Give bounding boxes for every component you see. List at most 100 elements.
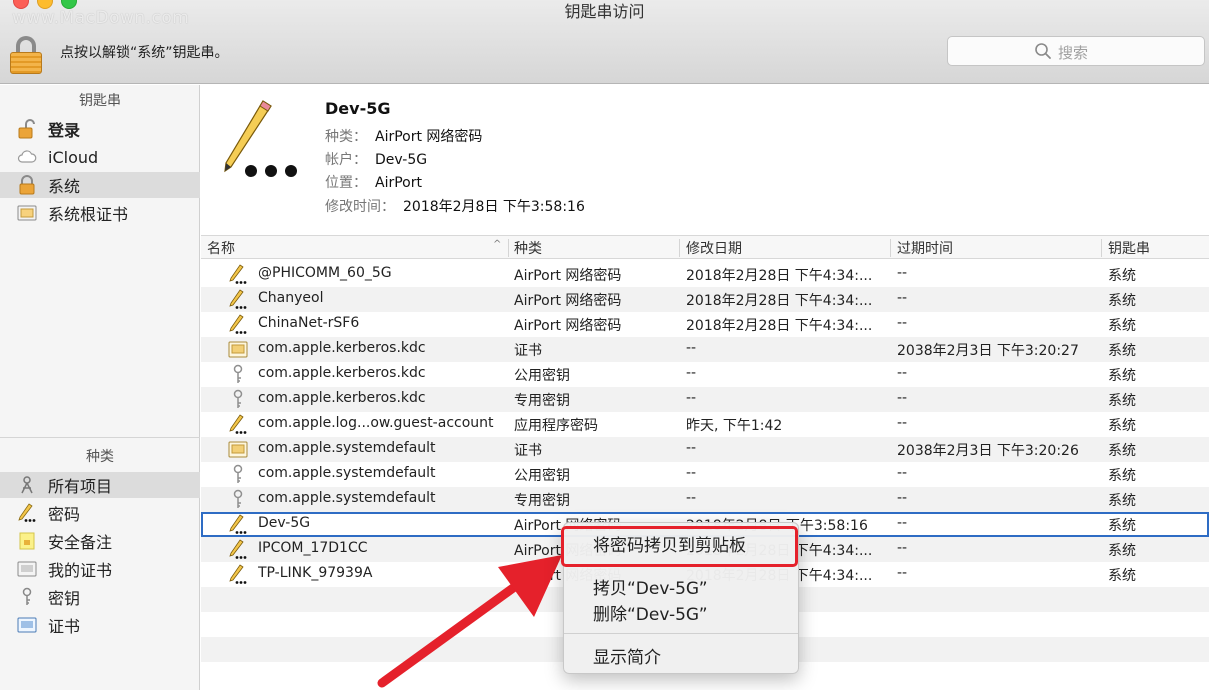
cell-name: Dev-5G	[258, 515, 311, 531]
cell-kind: AirPort 网络密码	[514, 318, 622, 334]
cell-kind: 应用程序密码	[514, 418, 598, 434]
table-row[interactable]: com.apple.kerberos.kdc 公用密钥 -- -- 系统	[201, 362, 1209, 387]
table-row[interactable]: com.apple.systemdefault 专用密钥 -- -- 系统	[201, 487, 1209, 512]
table-row[interactable]: @PHICOMM_60_5G AirPort 网络密码 2018年2月28日 下午4…	[201, 262, 1209, 287]
column-header-kind[interactable]: 种类	[514, 238, 542, 258]
cell-expires: 2038年2月3日 下午3:20:27	[897, 343, 1079, 359]
detail-kind-row: 种类： AirPort 网络密码	[325, 126, 482, 146]
detail-modified-label: 修改时间：	[325, 199, 395, 215]
table-row[interactable]: com.apple.kerberos.kdc 证书 -- 2038年2月3日 下午3:…	[201, 337, 1209, 362]
sidebar: 钥匙串 登录 iCloud 系统 系统根证书 种类 所有项目 密码 安全备注 我…	[0, 85, 200, 690]
sidebar-item-secure-notes[interactable]: 安全备注	[0, 528, 200, 554]
cell-name: com.apple.kerberos.kdc	[258, 340, 426, 356]
item-detail: Dev-5G 种类： AirPort 网络密码 帐户： Dev-5G 位置： AirP…	[201, 85, 1209, 235]
menu-item-copy-password[interactable]: 将密码拷贝到剪贴板	[593, 531, 746, 556]
lock-icon[interactable]	[8, 36, 44, 74]
key-icon	[227, 489, 249, 510]
cell-modified: --	[686, 490, 697, 506]
sidebar-item-label: 密钥	[48, 589, 81, 608]
table-row[interactable]: com.apple.systemdefault 证书 -- 2038年2月3日 下午3…	[201, 437, 1209, 462]
cell-keychain: 系统	[1108, 468, 1136, 484]
keychains-header: 钥匙串	[79, 93, 121, 109]
table-row[interactable]: com.apple.log...ow.guest-account 应用程序密码 昨天…	[201, 412, 1209, 437]
pencil-password-icon	[227, 414, 249, 435]
certificate-icon	[227, 339, 249, 360]
cell-name: com.apple.systemdefault	[258, 440, 436, 456]
cell-keychain: 系统	[1108, 293, 1136, 309]
cell-expires: --	[897, 540, 908, 556]
pencil-password-icon	[227, 564, 249, 585]
sidebar-item-label: 登录	[48, 121, 81, 140]
column-header-name[interactable]: 名称	[207, 238, 235, 258]
cell-keychain: 系统	[1108, 368, 1136, 384]
cell-modified: 昨天, 下午1:42	[686, 418, 783, 434]
sidebar-item-certificates[interactable]: 证书	[0, 612, 200, 638]
sidebar-item-icloud[interactable]: iCloud	[0, 144, 200, 170]
item-name: Dev-5G	[325, 99, 391, 118]
sort-ascending-icon: ^	[493, 239, 502, 250]
key-icon	[227, 389, 249, 410]
table-row[interactable]: com.apple.kerberos.kdc 专用密钥 -- -- 系统	[201, 387, 1209, 412]
cell-expires: --	[897, 490, 908, 506]
sidebar-item-keys[interactable]: 密钥	[0, 584, 200, 610]
sidebar-item-my-certificates[interactable]: 我的证书	[0, 556, 200, 582]
cell-expires: --	[897, 415, 908, 431]
pencil-password-icon	[224, 100, 297, 177]
sidebar-item-label: 证书	[48, 617, 81, 636]
sidebar-item-all-items[interactable]: 所有项目	[0, 472, 200, 498]
cell-expires: --	[897, 515, 908, 531]
detail-modified-row: 修改时间： 2018年2月8日 下午3:58:16	[325, 196, 585, 216]
column-header-modified[interactable]: 修改日期	[686, 238, 742, 258]
cell-keychain: 系统	[1108, 568, 1136, 584]
detail-where-label: 位置：	[325, 175, 367, 191]
table-row[interactable]: ChinaNet-rSF6 AirPort 网络密码 2018年2月28日 下午4:…	[201, 312, 1209, 337]
detail-modified-value: 2018年2月8日 下午3:58:16	[403, 199, 585, 215]
detail-kind-value: AirPort 网络密码	[375, 129, 483, 145]
cell-expires: --	[897, 265, 908, 281]
annotation-arrow	[377, 555, 562, 688]
menu-item-get-info[interactable]: 显示简介	[593, 643, 661, 668]
sidebar-item-label: 我的证书	[48, 561, 113, 580]
sidebar-item-system[interactable]: 系统	[0, 172, 200, 198]
table-row[interactable]: com.apple.systemdefault 公用密钥 -- -- 系统	[201, 462, 1209, 487]
cell-kind: 公用密钥	[514, 368, 570, 384]
detail-kind-label: 种类：	[325, 129, 367, 145]
sidebar-item-passwords[interactable]: 密码	[0, 500, 200, 526]
cell-name: com.apple.systemdefault	[258, 490, 436, 506]
cell-name: ChinaNet-rSF6	[258, 315, 360, 331]
certificate-icon	[227, 439, 249, 460]
cell-keychain: 系统	[1108, 343, 1136, 359]
cell-kind: 专用密钥	[514, 493, 570, 509]
cloud-icon	[17, 150, 37, 163]
menu-item-copy-item[interactable]: 拷贝“Dev-5G”	[593, 574, 708, 599]
menu-separator	[564, 633, 798, 634]
table-row[interactable]: Chanyeol AirPort 网络密码 2018年2月28日 下午4:34:..…	[201, 287, 1209, 312]
pencil-password-icon	[227, 514, 249, 535]
cell-modified: 2018年2月28日 下午4:34:...	[686, 268, 873, 284]
menu-item-delete-item[interactable]: 删除“Dev-5G”	[593, 600, 708, 625]
search-icon	[1035, 43, 1051, 59]
sidebar-item-label: 安全备注	[48, 533, 113, 552]
unlock-hint: 点按以解锁“系统”钥匙串。	[60, 45, 229, 61]
cell-expires: --	[897, 315, 908, 331]
cell-keychain: 系统	[1108, 518, 1136, 534]
cell-name: com.apple.log...ow.guest-account	[258, 415, 494, 431]
column-header-keychain[interactable]: 钥匙串	[1108, 238, 1150, 258]
table-header: 名称 ^ 种类 修改日期 过期时间 钥匙串	[201, 235, 1209, 259]
sidebar-item-system-roots[interactable]: 系统根证书	[0, 200, 200, 226]
sidebar-item-login[interactable]: 登录	[0, 116, 200, 142]
sidebar-item-label: 所有项目	[48, 477, 113, 496]
key-icon	[227, 464, 249, 485]
cell-expires: --	[897, 565, 908, 581]
detail-account-label: 帐户：	[325, 152, 367, 168]
cell-modified: --	[686, 340, 697, 356]
cell-expires: --	[897, 465, 908, 481]
key-icon	[227, 364, 249, 385]
detail-account-row: 帐户： Dev-5G	[325, 149, 427, 169]
detail-where-value: AirPort	[375, 175, 422, 191]
cell-keychain: 系统	[1108, 268, 1136, 284]
certificate-folder-icon	[17, 205, 37, 221]
pencil-password-icon	[227, 264, 249, 285]
cell-name: com.apple.kerberos.kdc	[258, 390, 426, 406]
column-header-expires[interactable]: 过期时间	[897, 238, 953, 258]
